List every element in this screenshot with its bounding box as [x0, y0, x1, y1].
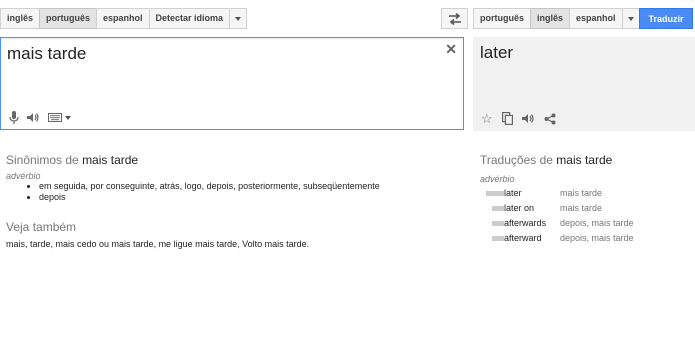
swap-languages-button[interactable] [441, 8, 468, 29]
table-row: later on mais tarde [480, 200, 634, 215]
copy-icon[interactable] [501, 112, 513, 125]
source-lang-more-button[interactable] [229, 8, 248, 29]
translations-title-prefix: Traduções de [480, 153, 553, 167]
back-translation: mais tarde [560, 187, 603, 198]
translation-word[interactable]: afterwards [504, 215, 560, 230]
synonyms-title-prefix: Sinônimos de [6, 153, 79, 167]
frequency-cell [480, 215, 504, 230]
keyboard-icon [48, 113, 62, 122]
result-text: later [480, 43, 514, 62]
synonyms-part-of-speech: advérbio [6, 171, 41, 181]
table-row: afterward depois, mais tarde [480, 230, 634, 245]
frequency-bar [492, 205, 504, 211]
back-translation: mais tarde [560, 202, 603, 213]
list-item[interactable]: em seguida, por conseguinte, atrás, logo… [39, 181, 446, 192]
source-text-area[interactable]: mais tarde ✕ [0, 37, 464, 130]
source-text[interactable]: mais tarde [7, 44, 86, 64]
chevron-down-icon [627, 16, 634, 21]
target-language-bar: português inglês espanhol [473, 8, 640, 29]
see-also-title: Veja também [6, 220, 77, 234]
frequency-cell [480, 200, 504, 215]
source-lang-ingles[interactable]: inglês [0, 8, 41, 29]
table-row: later mais tarde [480, 185, 634, 200]
back-translation: depois, mais tarde [560, 217, 634, 228]
synonyms-list: em seguida, por conseguinte, atrás, logo… [6, 181, 446, 203]
frequency-bar [486, 190, 504, 196]
swap-icon [448, 12, 461, 25]
frequency-cell [480, 230, 504, 245]
translations-section: Traduções de mais tarde advérbio later ma… [480, 153, 690, 245]
chevron-down-icon [235, 16, 242, 21]
frequency-bar [492, 220, 504, 226]
frequency-bar [492, 235, 504, 241]
source-lang-detect[interactable]: Detectar idioma [148, 8, 231, 29]
target-lang-more-button[interactable] [621, 8, 640, 29]
source-lang-portugues[interactable]: português [39, 8, 98, 29]
source-tools [9, 111, 71, 124]
chevron-down-icon [65, 115, 71, 120]
translations-title: Traduções de mais tarde [480, 153, 690, 167]
translation-word[interactable]: afterward [504, 230, 560, 245]
result-panel: later ☆ [473, 37, 695, 131]
translations-term: mais tarde [556, 153, 613, 167]
translation-word[interactable]: later on [504, 200, 560, 215]
synonyms-term: mais tarde [82, 153, 139, 167]
source-lang-espanhol[interactable]: espanhol [96, 8, 150, 29]
clear-icon[interactable]: ✕ [445, 41, 457, 58]
target-lang-espanhol[interactable]: espanhol [569, 8, 623, 29]
see-also-section: Veja também mais, tarde, mais cedo ou ma… [6, 220, 446, 249]
star-icon[interactable]: ☆ [481, 112, 493, 125]
translate-button[interactable]: Traduzir [639, 8, 693, 29]
speaker-icon[interactable] [521, 113, 535, 124]
target-lang-portugues[interactable]: português [473, 8, 531, 29]
list-item[interactable]: depois [39, 192, 446, 203]
microphone-icon[interactable] [9, 111, 19, 124]
translations-table: later mais tarde later on mais tarde afterwa… [480, 185, 634, 245]
translations-part-of-speech: advérbio [480, 174, 515, 184]
translation-word[interactable]: later [504, 185, 560, 200]
table-row: afterwards depois, mais tarde [480, 215, 634, 230]
keyboard-button[interactable] [48, 113, 71, 122]
synonyms-title: Sinônimos de mais tarde [6, 153, 446, 167]
source-language-bar: inglês português espanhol Detectar idiom… [0, 8, 248, 29]
synonyms-section: Sinônimos de mais tarde advérbio em segu… [6, 153, 446, 203]
speaker-icon[interactable] [27, 112, 40, 123]
frequency-cell [480, 185, 504, 200]
result-tools: ☆ [481, 112, 556, 125]
see-also-text[interactable]: mais, tarde, mais cedo ou mais tarde, me… [6, 239, 446, 249]
share-icon[interactable] [544, 113, 556, 125]
target-lang-ingles[interactable]: inglês [530, 8, 571, 29]
back-translation: depois, mais tarde [560, 232, 634, 243]
